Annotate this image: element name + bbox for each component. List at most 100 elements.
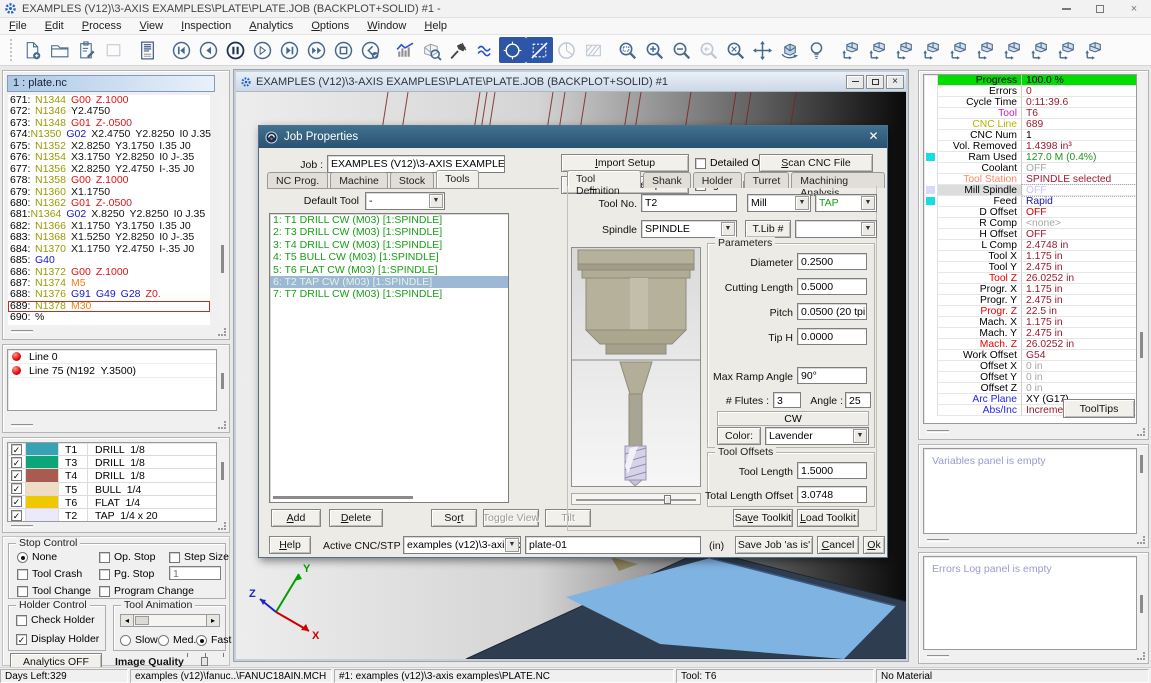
menu-file[interactable]: File: [0, 20, 36, 32]
open-job-icon[interactable]: [46, 37, 73, 63]
job-tool-item[interactable]: 1: T1 DRILL CW (M03) [1:SPINDLE]: [270, 214, 508, 226]
backplot-window-titlebar[interactable]: EXAMPLES (V12)\3-AXIS EXAMPLES\PLATE\PLA…: [236, 72, 906, 92]
play-icon[interactable]: [249, 37, 276, 63]
tool-row-t3[interactable]: T3 DRILL 1/8: [8, 456, 216, 469]
tool-row-t4[interactable]: T4 DRILL 1/8: [8, 469, 216, 482]
status-row[interactable]: CNC Line689: [924, 119, 1136, 130]
menu-inspection[interactable]: Inspection: [172, 20, 240, 32]
tool-no-input[interactable]: T2: [641, 194, 737, 212]
panel-grip[interactable]: [11, 330, 33, 333]
gcode-line[interactable]: 685:G40: [8, 255, 210, 266]
panel-resize[interactable]: [1137, 428, 1145, 436]
sort-button[interactable]: Sort: [431, 509, 477, 527]
panel-grip[interactable]: [927, 539, 949, 542]
close-button[interactable]: ×: [1117, 0, 1151, 18]
step-back-icon[interactable]: [195, 37, 222, 63]
smoothing-icon[interactable]: [472, 37, 499, 63]
panel-resize[interactable]: [218, 421, 226, 429]
section-off-icon[interactable]: [526, 37, 553, 63]
scroll-left-arrow[interactable]: ◂: [121, 615, 134, 626]
view-iso-4-icon[interactable]: [918, 37, 945, 63]
default-tool-combo[interactable]: -▼: [365, 192, 445, 210]
gcode-line[interactable]: 678:N1358G00Z.1000: [8, 175, 210, 186]
dialog-close-icon[interactable]: ✕: [865, 129, 882, 145]
menu-process[interactable]: Process: [73, 20, 131, 32]
tlib-combo[interactable]: ▼: [795, 220, 877, 238]
highlight-icon[interactable]: [803, 37, 830, 63]
status-row[interactable]: Errors0: [924, 86, 1136, 97]
save-job-as-is-button[interactable]: Save Job 'as is': [735, 536, 813, 554]
dialog-titlebar[interactable]: Job Properties ✕: [259, 126, 887, 148]
menu-options[interactable]: Options: [302, 20, 358, 32]
child-minimize-button[interactable]: [846, 75, 864, 89]
cutting-length-input[interactable]: 0.5000: [797, 278, 867, 295]
tool-list-scrollbar[interactable]: [220, 444, 225, 520]
job-tool-item[interactable]: 5: T6 FLAT CW (M03) [1:SPINDLE]: [270, 264, 508, 276]
tlib-button[interactable]: T.Lib #: [745, 220, 791, 238]
restore-button[interactable]: [1083, 0, 1117, 18]
status-row[interactable]: Cycle Time0:11:39.6: [924, 97, 1136, 108]
child-restore-button[interactable]: [866, 75, 884, 89]
radio-med[interactable]: Med.: [158, 634, 196, 646]
tool-visible-checkbox[interactable]: [11, 470, 22, 481]
job-tool-item[interactable]: 7: T7 DRILL CW (M03) [1:SPINDLE]: [270, 288, 508, 300]
add-button[interactable]: Add: [271, 509, 321, 527]
image-quality-slider[interactable]: [185, 651, 227, 667]
nc-program-icon[interactable]: [134, 37, 161, 63]
preview-slider[interactable]: [571, 493, 701, 505]
circle-select-icon[interactable]: [499, 37, 526, 63]
menu-window[interactable]: Window: [358, 20, 415, 32]
status-row[interactable]: D OffsetOFF: [924, 207, 1136, 218]
breakpoint-list[interactable]: Line 0Line 75 (N192 Y.3500): [7, 349, 217, 411]
view-top-icon[interactable]: [972, 37, 999, 63]
breakpoint-item[interactable]: Line 0: [8, 350, 216, 364]
status-row[interactable]: H OffsetOFF: [924, 229, 1136, 240]
errors-log-content[interactable]: Errors Log panel is empty: [923, 556, 1137, 650]
view-bottom-icon[interactable]: [1053, 37, 1080, 63]
step-size-input[interactable]: 1: [169, 566, 221, 580]
child-close-button[interactable]: ×: [886, 75, 904, 89]
panel-grip[interactable]: [927, 655, 949, 658]
tip-h-input[interactable]: 0.0000: [797, 328, 867, 345]
status-row[interactable]: Tool Y2.475 in: [924, 262, 1136, 273]
status-row[interactable]: FeedRapid: [924, 196, 1136, 207]
checkbox-check-holder[interactable]: Check Holder: [16, 614, 95, 626]
toolbar-drag-handle[interactable]: [10, 39, 13, 61]
view-right-icon[interactable]: [999, 37, 1026, 63]
tab-nc-prog-[interactable]: NC Prog.: [267, 172, 328, 188]
pan-icon[interactable]: [749, 37, 776, 63]
view-back-icon[interactable]: [1026, 37, 1053, 63]
spindle-combo[interactable]: SPINDLE▼: [641, 220, 737, 238]
status-row[interactable]: Tool X1.175 in: [924, 251, 1136, 262]
zoom-previous-icon[interactable]: [695, 37, 722, 63]
panel-resize[interactable]: [1137, 536, 1145, 544]
panel-resize[interactable]: [1137, 652, 1145, 660]
errors-scrollbar[interactable]: [1139, 559, 1144, 647]
tool-visible-checkbox[interactable]: [11, 483, 22, 494]
status-scrollbar[interactable]: [1139, 77, 1144, 421]
analytics-chart-icon[interactable]: [391, 37, 418, 63]
job-tool-item[interactable]: 3: T4 DRILL CW (M03) [1:SPINDLE]: [270, 239, 508, 251]
checkbox-display-holder[interactable]: Display Holder: [16, 633, 99, 645]
gcode-line[interactable]: 683:N1368X1.5250Y2.8250I0 J-.35: [8, 232, 210, 243]
variables-content[interactable]: Variables panel is empty: [923, 448, 1137, 534]
view-iso-2-icon[interactable]: [864, 37, 891, 63]
pause-icon[interactable]: [222, 37, 249, 63]
breakpoint-item[interactable]: Line 75 (N192 Y.3500): [8, 364, 216, 378]
status-row[interactable]: R Comp<none>: [924, 218, 1136, 229]
status-row[interactable]: Vol. Removed1.4398 in³: [924, 141, 1136, 152]
view-iso-3-icon[interactable]: [891, 37, 918, 63]
delete-button[interactable]: Delete: [329, 509, 383, 527]
status-row[interactable]: Progr. Y2.475 in: [924, 295, 1136, 306]
ok-button[interactable]: Ok: [863, 536, 885, 554]
radio-none[interactable]: None: [17, 551, 57, 563]
view-iso-1-icon[interactable]: [837, 37, 864, 63]
status-row[interactable]: Mach. X1.175 in: [924, 317, 1136, 328]
select-region-icon[interactable]: [100, 37, 127, 63]
checkbox-pg-stop[interactable]: Pg. Stop: [99, 568, 154, 580]
status-row[interactable]: Progr. X1.175 in: [924, 284, 1136, 295]
tool-visible-checkbox[interactable]: [11, 457, 22, 468]
variables-scrollbar[interactable]: [1139, 451, 1144, 531]
scroll-thumb[interactable]: [135, 616, 149, 625]
color-combo[interactable]: Lavender▼: [765, 427, 869, 445]
